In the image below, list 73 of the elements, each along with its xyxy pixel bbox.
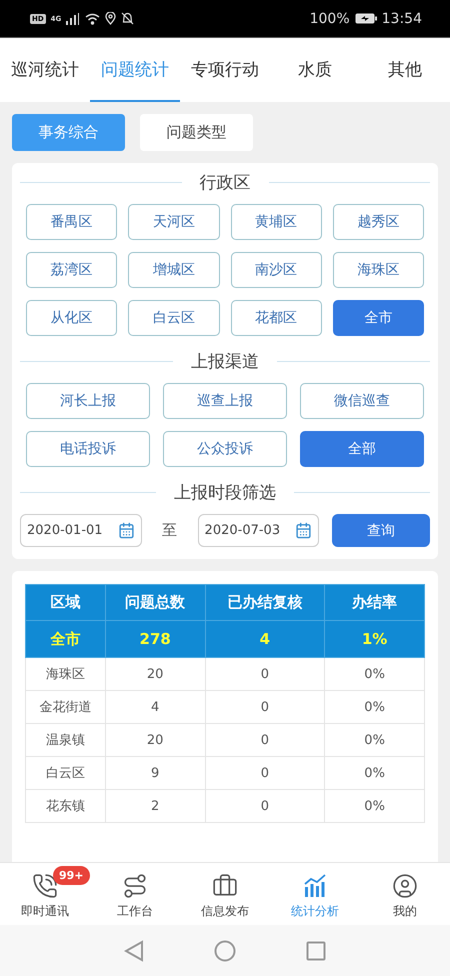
table-cell: 20	[105, 658, 206, 690]
filter-option[interactable]: 微信巡查	[300, 383, 424, 419]
table-cell: 0%	[324, 724, 424, 756]
end-date-field[interactable]: 2020-07-03	[198, 514, 320, 547]
table-cell: 2	[105, 790, 206, 822]
table-cell: 0%	[324, 756, 424, 790]
section-title: 上报渠道	[191, 351, 259, 373]
query-button[interactable]: 查询	[332, 514, 430, 547]
signal-icon	[66, 12, 80, 24]
filter-option[interactable]: 荔湾区	[26, 252, 118, 288]
filter-option[interactable]: 番禺区	[26, 204, 118, 240]
column-header: 办结率	[324, 584, 424, 620]
table-cell: 9	[105, 756, 206, 790]
sub-tab[interactable]: 事务综合	[12, 114, 125, 151]
section-title: 行政区	[200, 172, 250, 194]
battery-percent: 100%	[310, 10, 350, 26]
filter-option[interactable]: 南沙区	[230, 252, 322, 288]
table-cell: 0	[205, 724, 325, 756]
column-header: 已办结复核	[205, 584, 325, 620]
table-cell: 0%	[324, 790, 424, 822]
filter-option[interactable]: 巡查上报	[163, 383, 287, 419]
total-cell: 全市	[26, 620, 106, 658]
home-icon[interactable]	[214, 940, 236, 962]
bell-off-icon	[121, 12, 134, 25]
start-date-field[interactable]: 2020-01-01	[20, 514, 142, 547]
phone-icon	[32, 872, 58, 898]
total-cell: 278	[105, 620, 206, 658]
filter-option[interactable]: 从化区	[26, 300, 118, 336]
filter-option[interactable]: 公众投诉	[163, 431, 287, 467]
sub-tab[interactable]: 问题类型	[140, 114, 253, 151]
table-cell: 金花街道	[26, 690, 106, 724]
wifi-icon	[85, 12, 100, 24]
table-cell: 花东镇	[26, 790, 106, 822]
filter-option[interactable]: 海珠区	[332, 252, 424, 288]
filter-option[interactable]: 黄埔区	[230, 204, 322, 240]
filter-option[interactable]: 增城区	[128, 252, 220, 288]
table-cell: 温泉镇	[26, 724, 106, 756]
filter-option[interactable]: 白云区	[128, 300, 220, 336]
table-cell: 20	[105, 724, 206, 756]
table-cell: 0	[205, 756, 325, 790]
filter-option[interactable]: 全市	[332, 300, 424, 336]
route-icon	[122, 872, 148, 898]
total-cell: 4	[205, 620, 325, 658]
section-title: 上报时段筛选	[174, 482, 276, 504]
filter-option[interactable]: 越秀区	[332, 204, 424, 240]
table-cell: 4	[105, 690, 206, 724]
table-cell: 0%	[324, 690, 424, 724]
bar-chart-icon	[302, 872, 328, 898]
user-icon	[392, 872, 418, 898]
recents-icon[interactable]	[306, 940, 326, 960]
table-cell: 0	[205, 790, 325, 822]
table-cell: 白云区	[26, 756, 106, 790]
table-cell: 0	[205, 658, 325, 690]
clock: 13:54	[382, 10, 422, 26]
filter-option[interactable]: 天河区	[128, 204, 220, 240]
back-icon[interactable]	[124, 940, 144, 962]
calendar-icon	[118, 522, 135, 539]
range-separator: 至	[161, 521, 178, 540]
calendar-icon	[295, 522, 312, 539]
briefcase-icon	[212, 872, 238, 898]
unread-badge: 99+	[53, 866, 90, 885]
filter-option[interactable]: 花都区	[230, 300, 322, 336]
filter-option[interactable]: 全部	[300, 431, 424, 467]
table-cell: 海珠区	[26, 658, 106, 690]
column-header: 问题总数	[105, 584, 206, 620]
filter-option[interactable]: 河长上报	[26, 383, 150, 419]
location-icon	[105, 12, 116, 25]
filter-option[interactable]: 电话投诉	[26, 431, 150, 467]
battery-icon	[354, 13, 377, 24]
table-cell: 0	[205, 690, 325, 724]
total-cell: 1%	[324, 620, 424, 658]
column-header: 区域	[26, 584, 106, 620]
table-cell: 0%	[324, 658, 424, 690]
